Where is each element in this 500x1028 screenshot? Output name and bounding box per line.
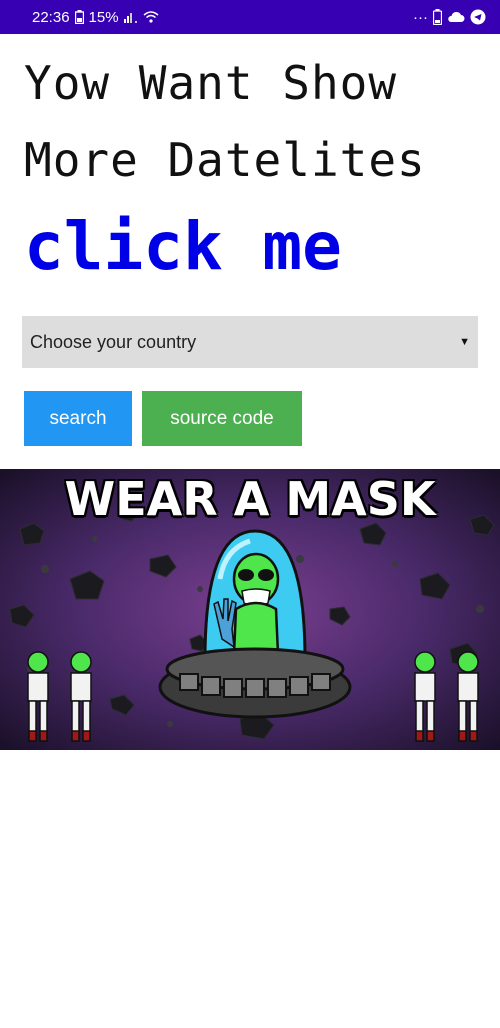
country-select-value: Choose your country <box>30 331 197 352</box>
status-bar: 22:36 15% ··· <box>0 0 500 34</box>
space-ufo-illustration <box>0 469 500 750</box>
overflow-icon: ··· <box>413 8 428 26</box>
status-time: 22:36 <box>32 8 70 26</box>
search-button[interactable]: search <box>24 391 132 446</box>
wifi-icon <box>143 11 159 23</box>
dropdown-caret-icon: ▼ <box>459 336 470 348</box>
heading-line-2: More Datelites <box>24 133 426 187</box>
heading-line-1: Yow Want Show <box>24 56 398 110</box>
battery-saver-icon <box>74 10 84 24</box>
wear-a-mask-banner <box>0 469 500 750</box>
click-me-link[interactable]: click me <box>24 208 342 285</box>
telegram-icon <box>470 9 486 25</box>
country-select[interactable]: Choose your country ▼ <box>22 316 478 368</box>
battery-icon <box>433 9 442 25</box>
source-code-button[interactable]: source code <box>142 391 302 446</box>
signal-icon <box>123 11 138 23</box>
battery-percent: 15% <box>88 8 119 26</box>
cloud-icon <box>447 11 465 23</box>
